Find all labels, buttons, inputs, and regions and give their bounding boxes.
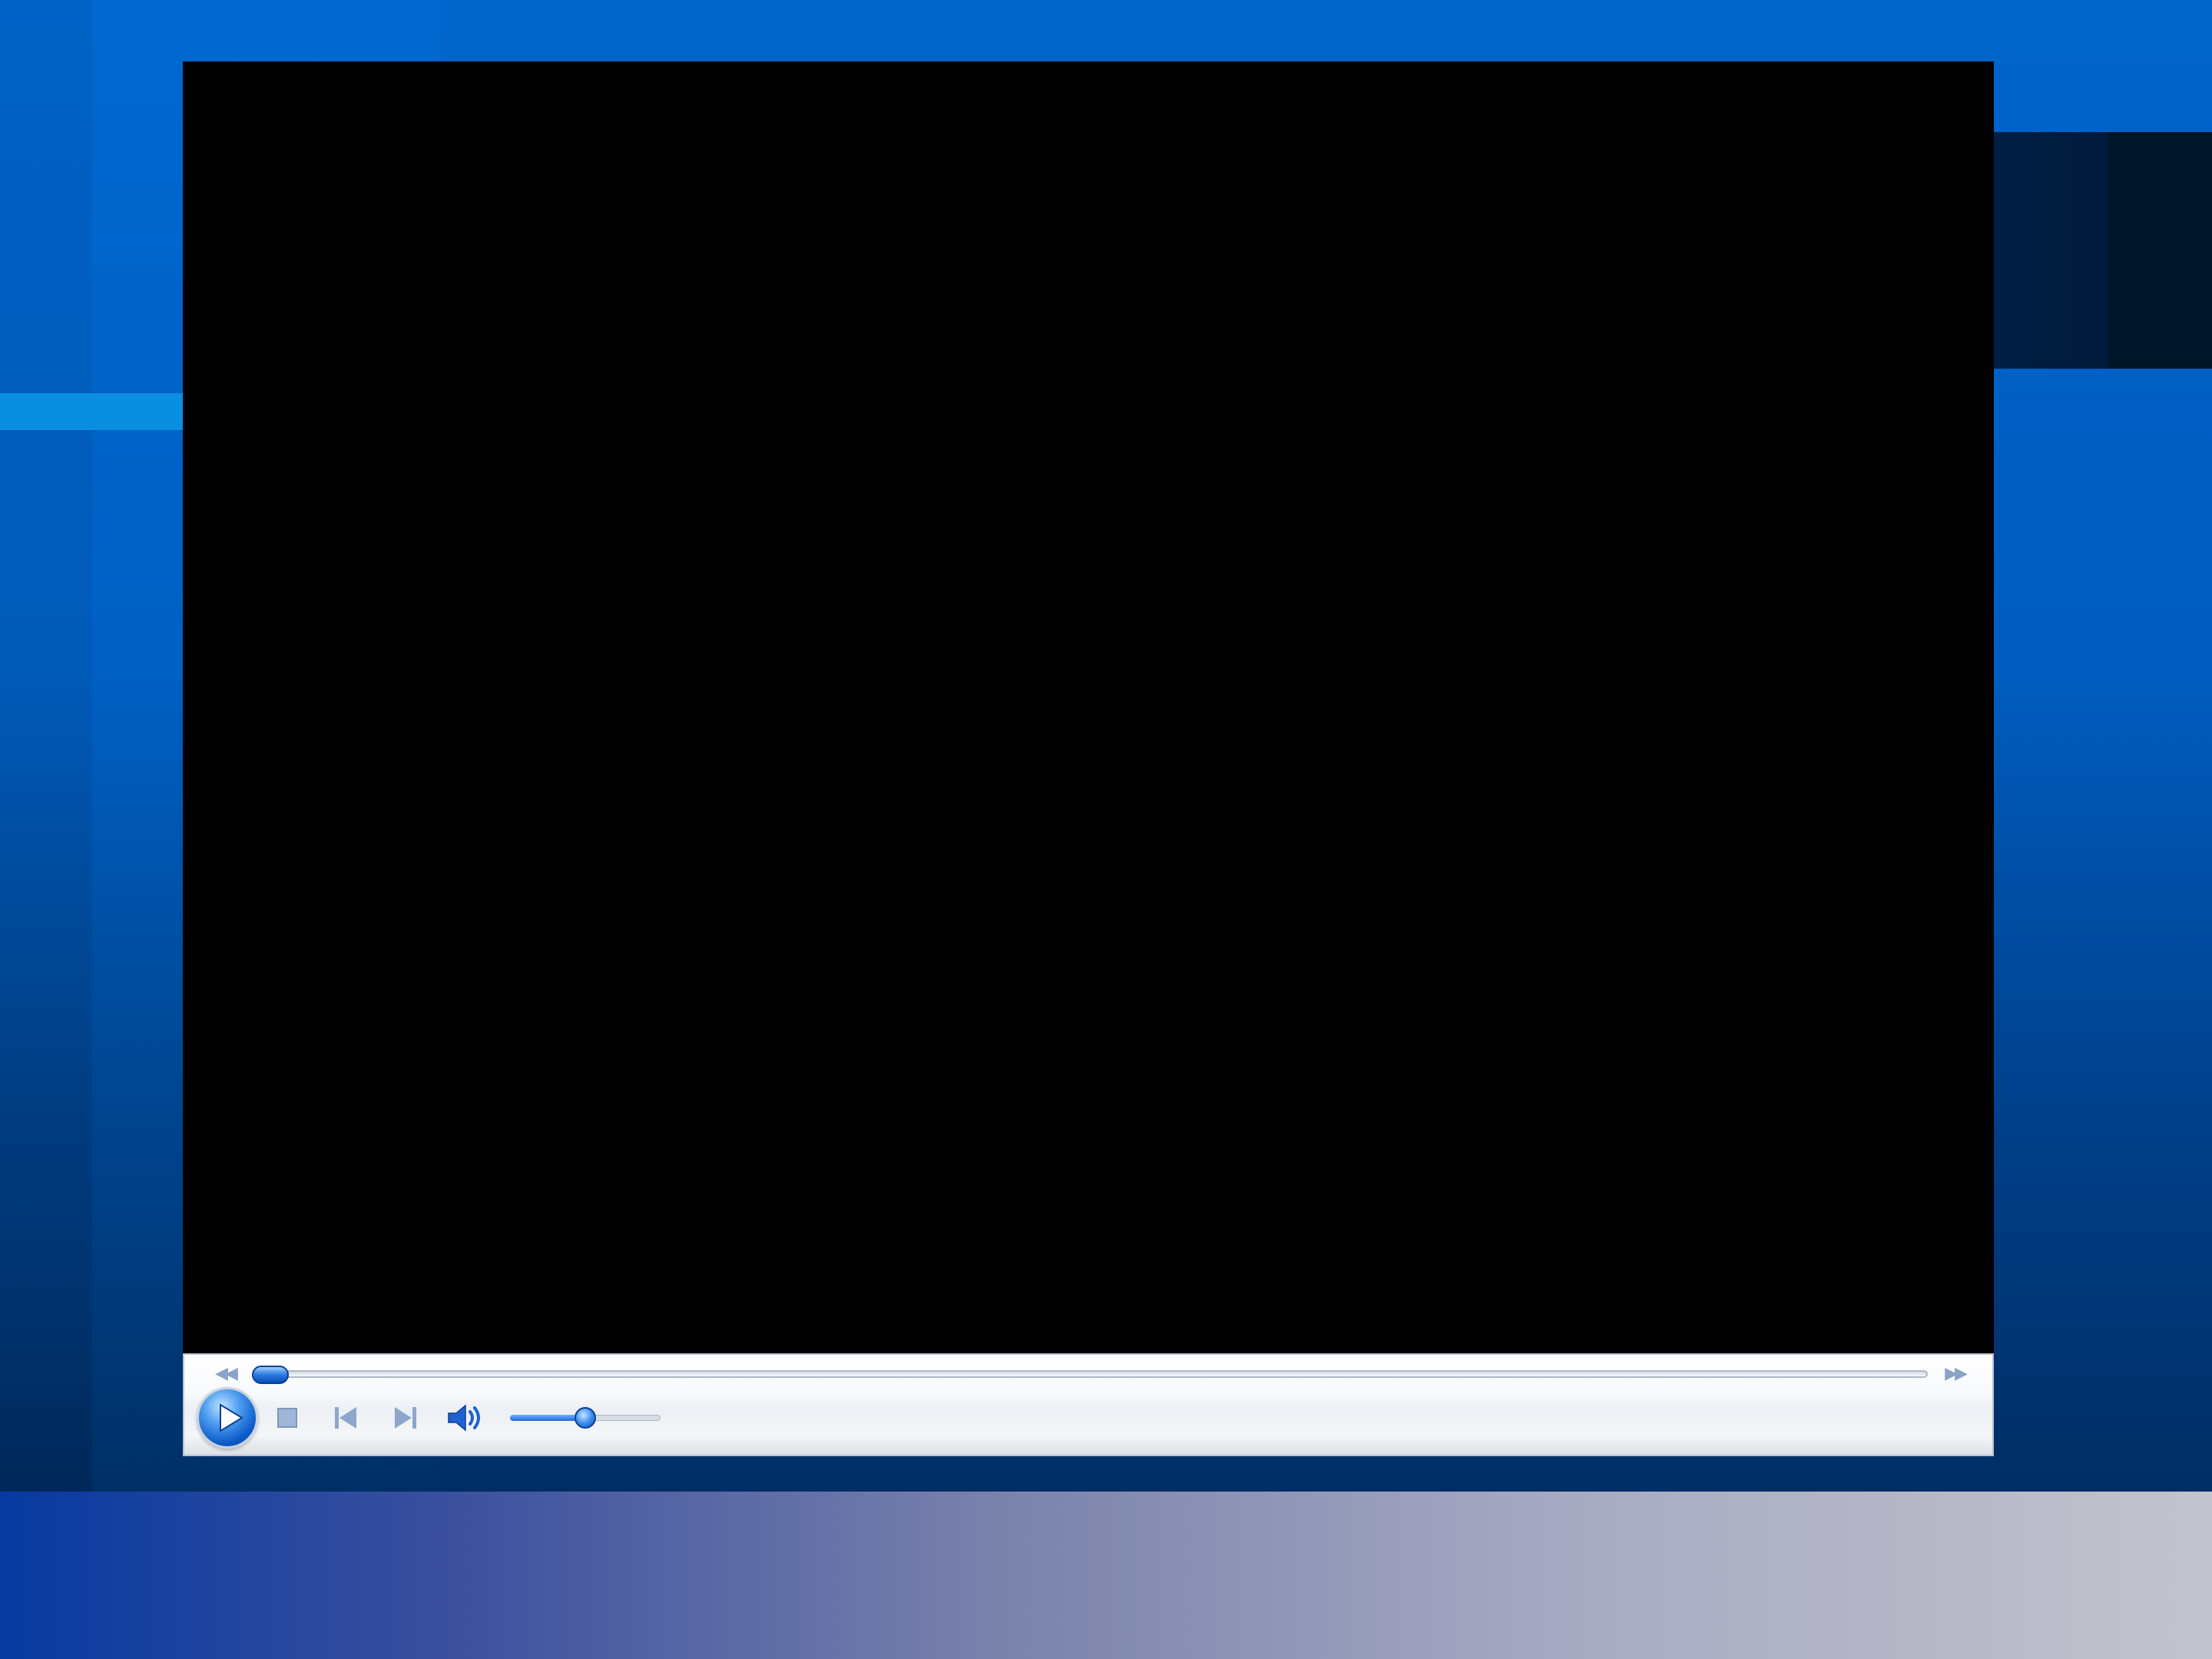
taskbar-area [0, 1492, 2212, 1659]
desktop-background-dark-panel [1993, 132, 2212, 369]
next-track-icon [395, 1407, 416, 1429]
speaker-icon [448, 1404, 480, 1432]
seek-thumb[interactable] [252, 1366, 289, 1384]
stop-button[interactable] [272, 1402, 303, 1433]
volume-thumb[interactable] [575, 1407, 596, 1429]
next-button[interactable] [390, 1402, 421, 1433]
player-control-bar: ◀◀ ▶▶ [183, 1353, 1994, 1456]
fast-forward-icon[interactable]: ▶▶ [1942, 1364, 1968, 1382]
media-player-window: ◀◀ ▶▶ [183, 61, 1994, 1456]
mute-button[interactable] [445, 1402, 488, 1433]
previous-track-icon [335, 1407, 356, 1429]
previous-button[interactable] [330, 1402, 361, 1433]
desktop-background-band [442, 0, 2212, 63]
play-button[interactable] [197, 1387, 258, 1449]
play-icon [220, 1403, 243, 1432]
stop-icon [277, 1408, 297, 1428]
seek-bar[interactable] [253, 1370, 1928, 1378]
rewind-icon[interactable]: ◀◀ [212, 1364, 238, 1382]
video-display[interactable] [183, 61, 1994, 1353]
desktop-background-accent [0, 393, 184, 430]
desktop-background-strip [0, 0, 92, 1492]
